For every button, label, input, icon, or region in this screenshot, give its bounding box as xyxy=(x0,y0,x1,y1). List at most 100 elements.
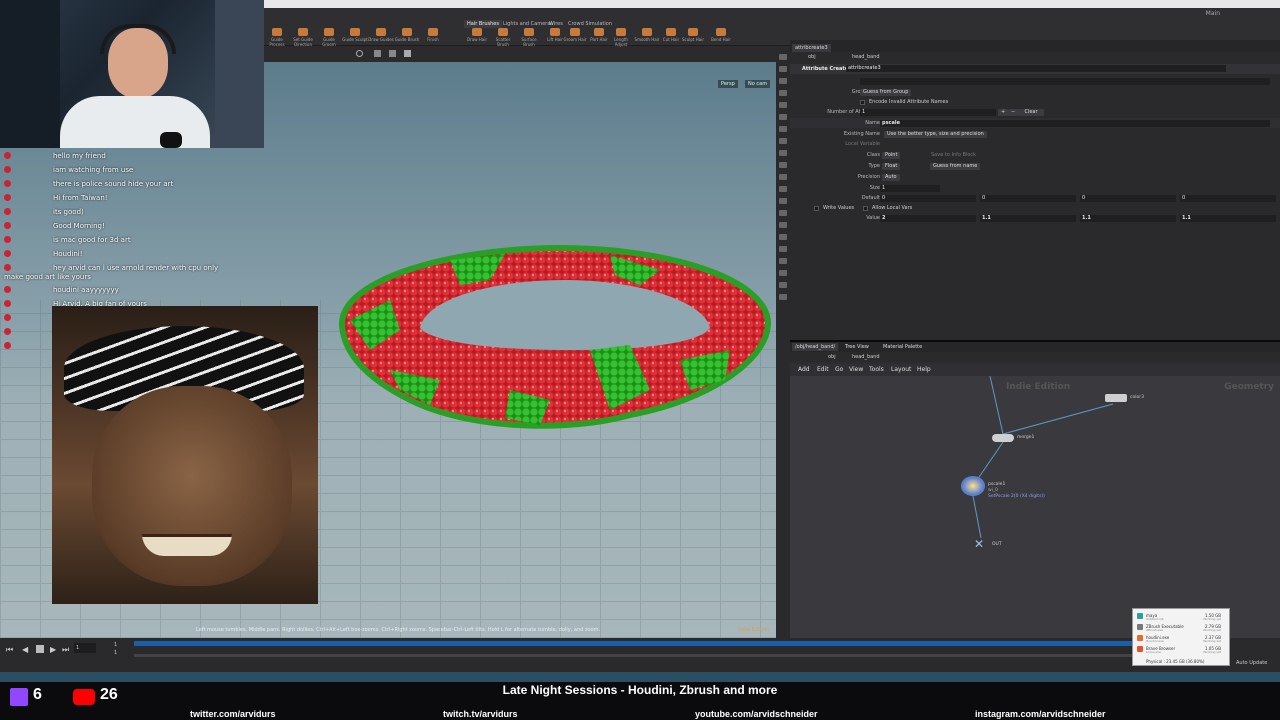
guess-name-dropdown[interactable]: Guess from name xyxy=(930,162,981,170)
node-name-field[interactable]: attribcreate3 xyxy=(846,65,1226,72)
display-option-icon[interactable] xyxy=(779,210,787,216)
menu-layout[interactable]: Layout xyxy=(891,366,911,373)
menu-edit[interactable]: Edit xyxy=(817,366,829,373)
name-field[interactable]: pscale xyxy=(880,119,1270,127)
process-row[interactable]: maya Untitled.mb 1.50 GB Working set xyxy=(1137,612,1227,621)
frame-field[interactable]: 1 xyxy=(74,643,96,653)
shelf-tool[interactable]: Length Adjust xyxy=(608,28,634,47)
tab-tree-view[interactable]: Tree View xyxy=(842,343,872,351)
tab-material-palette[interactable]: Material Palette xyxy=(880,343,925,351)
display-option-icon[interactable] xyxy=(779,294,787,300)
value-field[interactable]: 1.1 xyxy=(980,214,1076,222)
display-option-icon[interactable] xyxy=(779,102,787,108)
shelf-tool[interactable]: Sculpt Hair xyxy=(680,28,706,44)
pscale-wrangle-node[interactable] xyxy=(961,476,985,496)
play-icon[interactable]: ▶ xyxy=(50,645,56,654)
shelf-tool[interactable]: Scatter Brush xyxy=(490,28,516,47)
perspective-menu[interactable]: Persp xyxy=(718,80,738,88)
display-option-icon[interactable] xyxy=(779,126,787,132)
path-obj[interactable]: obj xyxy=(808,54,816,60)
remove-attr-button[interactable]: − xyxy=(1008,108,1019,116)
display-option-icon[interactable] xyxy=(779,78,787,84)
type-dropdown[interactable]: Float xyxy=(882,162,901,170)
default-field[interactable]: 0 xyxy=(1080,194,1176,202)
clear-button[interactable]: Clear xyxy=(1018,108,1044,116)
class-dropdown[interactable]: Point xyxy=(882,151,901,159)
start-frame[interactable]: 1 xyxy=(114,642,117,648)
display-option-icon[interactable] xyxy=(779,138,787,144)
menu-go[interactable]: Go xyxy=(835,366,843,373)
display-option-icon[interactable] xyxy=(779,174,787,180)
process-row[interactable]: Brave Browser brave.exe 1.05 GB Working set xyxy=(1137,645,1227,654)
default-field[interactable]: 0 xyxy=(880,194,976,202)
scale-tool-icon[interactable] xyxy=(404,50,411,57)
encode-checkbox[interactable] xyxy=(860,99,865,105)
display-option-icon[interactable] xyxy=(779,114,787,120)
rotate-tool-icon[interactable] xyxy=(389,50,396,57)
display-option-icon[interactable] xyxy=(779,270,787,276)
group-field[interactable] xyxy=(860,77,1270,85)
add-attr-button[interactable]: + xyxy=(998,108,1009,116)
menu-add[interactable]: Add xyxy=(798,366,810,373)
shelf-tool[interactable]: Draw Hair xyxy=(464,28,490,44)
null-out-node[interactable]: ✕ xyxy=(974,538,988,550)
write-values-checkbox[interactable] xyxy=(814,205,819,211)
group-type-dropdown[interactable]: Guess from Group xyxy=(860,88,912,96)
size-field[interactable]: 1 xyxy=(880,184,940,192)
shelf-tab-wires[interactable]: Wires xyxy=(546,20,566,28)
num-attrs-field[interactable]: 1 xyxy=(860,108,996,116)
process-row[interactable]: ZBrush Executable ZBrush.exe 2.79 GB Workin… xyxy=(1137,623,1227,632)
shelf-tab-crowd-simulation[interactable]: Crowd Simulation xyxy=(565,20,615,28)
value-field[interactable]: 2 xyxy=(880,214,976,222)
shelf-tool[interactable]: Finish xyxy=(420,28,446,44)
shelf-tool[interactable]: Smooth Hair xyxy=(634,28,660,44)
display-option-icon[interactable] xyxy=(779,162,787,168)
precision-dropdown[interactable]: Auto xyxy=(882,173,900,181)
jump-start-icon[interactable]: ⏮ xyxy=(6,645,13,655)
jump-end-icon[interactable]: ⏭ xyxy=(62,645,69,655)
path-node[interactable]: head_band xyxy=(852,354,880,360)
path-node[interactable]: head_band xyxy=(852,54,880,60)
existing-name-dropdown[interactable]: Use the better type, size and precision xyxy=(884,130,987,138)
shelf-tool[interactable]: Draw Guides xyxy=(368,28,394,44)
menu-help[interactable]: Help xyxy=(917,366,931,373)
merge-node[interactable] xyxy=(992,434,1014,442)
shelf-tool[interactable]: Surface Brush xyxy=(516,28,542,47)
menu-view[interactable]: View xyxy=(849,366,863,373)
shelf-tool[interactable]: Bend Hair xyxy=(708,28,734,44)
timeline-range-bar[interactable] xyxy=(134,654,1134,657)
display-option-icon[interactable] xyxy=(779,222,787,228)
process-row[interactable]: houdini.exe Houdini.exe 2.37 GB Working set xyxy=(1137,634,1227,643)
allow-local-checkbox[interactable] xyxy=(863,205,868,211)
display-option-icon[interactable] xyxy=(779,234,787,240)
shelf-tab-hair-brushes[interactable]: Hair Brushes xyxy=(464,20,502,28)
display-option-icon[interactable] xyxy=(779,282,787,288)
shelf-tool[interactable]: Set Guide Direction xyxy=(290,28,316,47)
network-editor[interactable]: Indie Edition Geometry color3 merge1 psc… xyxy=(790,376,1280,638)
auto-update-menu[interactable]: Auto Update xyxy=(1236,660,1267,666)
end-frame[interactable]: 1 xyxy=(114,650,117,656)
display-option-icon[interactable] xyxy=(779,54,787,60)
shelf-tool[interactable]: Guide Process xyxy=(264,28,290,47)
tab-network[interactable]: /obj/head_band/ xyxy=(792,343,839,351)
tab-attribcreate[interactable]: attribcreate3 xyxy=(792,44,831,52)
shelf-tool[interactable]: Groom Hair xyxy=(562,28,588,44)
shelf-tool[interactable]: Guide Groom xyxy=(316,28,342,47)
display-option-icon[interactable] xyxy=(779,246,787,252)
camera-menu[interactable]: No cam xyxy=(745,80,771,88)
display-option-icon[interactable] xyxy=(779,258,787,264)
value-field[interactable]: 1.1 xyxy=(1080,214,1176,222)
color-node[interactable] xyxy=(1105,394,1127,402)
workspace-menu[interactable]: Main xyxy=(1206,10,1220,17)
move-tool-icon[interactable] xyxy=(374,50,381,57)
path-obj[interactable]: obj xyxy=(828,354,836,360)
default-field[interactable]: 0 xyxy=(980,194,1076,202)
shelf-tool[interactable]: Guide Sculpt xyxy=(342,28,368,44)
stop-icon[interactable] xyxy=(36,645,44,653)
menu-tools[interactable]: Tools xyxy=(869,366,884,373)
shelf-tool[interactable]: Guide Brush xyxy=(394,28,420,44)
select-tool-icon[interactable] xyxy=(356,50,363,57)
display-option-icon[interactable] xyxy=(779,186,787,192)
default-field[interactable]: 0 xyxy=(1180,194,1276,202)
display-option-icon[interactable] xyxy=(779,90,787,96)
